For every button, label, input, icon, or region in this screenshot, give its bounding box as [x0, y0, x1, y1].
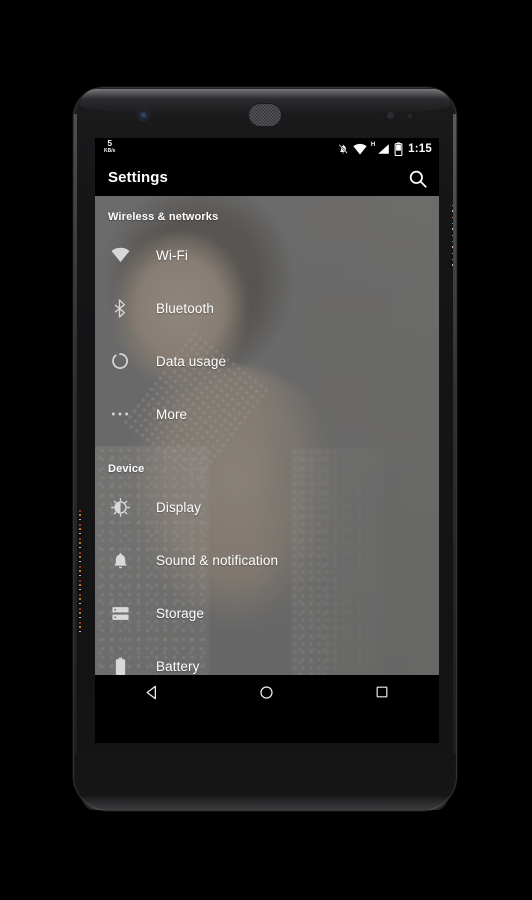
home-button[interactable]: [243, 675, 291, 709]
search-icon[interactable]: [407, 168, 429, 190]
ringer-muted-icon: [337, 143, 349, 155]
list-item-display[interactable]: Display: [95, 489, 439, 525]
network-speed-indicator: 5 KB/s: [104, 139, 115, 154]
list-item-bluetooth[interactable]: Bluetooth: [95, 290, 439, 326]
back-button[interactable]: [128, 675, 176, 709]
network-speed-value: 5: [107, 138, 113, 148]
wifi-icon: [109, 244, 131, 266]
list-item-label: Display: [156, 499, 201, 515]
page-title: Settings: [108, 169, 168, 186]
front-camera-icon: [138, 109, 149, 120]
sound-icon: [109, 549, 131, 571]
earpiece-speaker-icon: [249, 104, 281, 126]
list-item-label: Data usage: [156, 353, 227, 369]
battery-icon: [109, 655, 131, 677]
list-item-more[interactable]: More: [95, 396, 439, 432]
section-header-wireless: Wireless & networks: [108, 211, 219, 223]
bluetooth-icon: [109, 297, 131, 319]
list-item-label: Battery: [156, 658, 200, 674]
ambient-light-sensor-icon: [408, 114, 412, 118]
settings-list: Wireless & networks Wi-Fi Bluetooth Data…: [95, 196, 439, 709]
phone-left-rim: [74, 114, 77, 754]
list-item-sound[interactable]: Sound & notification: [95, 542, 439, 578]
list-item-label: Wi-Fi: [156, 247, 188, 263]
list-item-data-usage[interactable]: Data usage: [95, 343, 439, 379]
mobile-signal-icon: [377, 143, 390, 155]
action-bar: Settings: [95, 160, 439, 196]
phone-screen: 5 KB/s H 1:15 Settings Wireless & networ…: [95, 138, 439, 743]
data-usage-icon: [109, 350, 131, 372]
network-type-label: H: [370, 142, 376, 148]
list-item-storage[interactable]: Storage: [95, 595, 439, 631]
status-clock: 1:15: [408, 143, 432, 155]
navigation-bar: [95, 675, 439, 709]
list-item-label: Storage: [156, 605, 204, 621]
storage-icon: [109, 602, 131, 624]
status-bar: 5 KB/s H 1:15: [95, 138, 439, 160]
list-item-label: Bluetooth: [156, 300, 214, 316]
list-item-wifi[interactable]: Wi-Fi: [95, 237, 439, 273]
status-icons: H 1:15: [337, 138, 432, 160]
battery-icon: [394, 142, 403, 156]
list-item-label: Sound & notification: [156, 552, 279, 568]
recents-button[interactable]: [358, 675, 406, 709]
proximity-sensor-icon: [387, 112, 394, 119]
phone-bottom-rim: [82, 794, 448, 810]
section-header-device: Device: [108, 463, 145, 475]
wifi-signal-icon: [353, 143, 367, 155]
display-icon: [109, 496, 131, 518]
network-speed-unit: KB/s: [104, 147, 116, 154]
more-icon: [109, 403, 131, 425]
phone-right-rim: [453, 114, 456, 754]
list-item-label: More: [156, 406, 188, 422]
settings-content: Wireless & networks Wi-Fi Bluetooth Data…: [95, 196, 439, 709]
phone-device: 5 KB/s H 1:15 Settings Wireless & networ…: [74, 88, 456, 810]
